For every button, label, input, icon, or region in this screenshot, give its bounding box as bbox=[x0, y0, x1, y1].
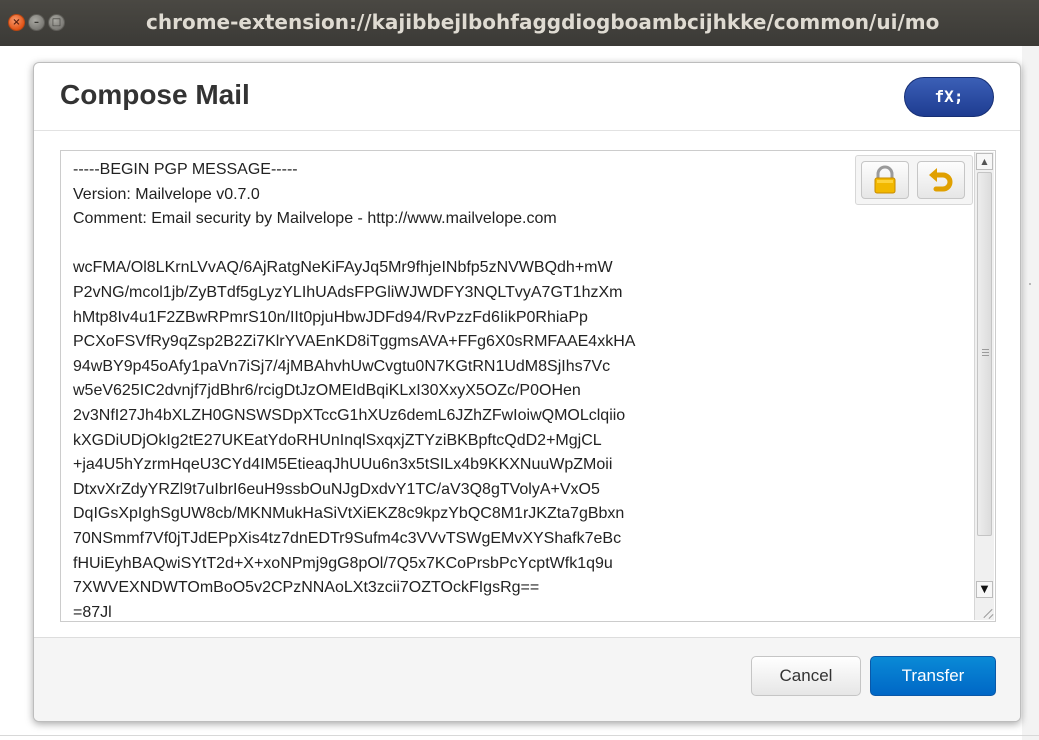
editor-toolbar bbox=[855, 155, 973, 205]
message-textarea[interactable]: -----BEGIN PGP MESSAGE----- Version: Mai… bbox=[73, 158, 953, 620]
background-edge bbox=[1022, 46, 1039, 740]
lock-icon bbox=[874, 165, 896, 194]
scrollbar-thumb[interactable] bbox=[977, 172, 992, 536]
encrypt-button[interactable] bbox=[861, 161, 909, 199]
cancel-button[interactable]: Cancel bbox=[751, 656, 861, 696]
window-titlebar: × – □ chrome-extension://kajibbejlbohfag… bbox=[0, 0, 1039, 46]
dialog-title: Compose Mail bbox=[60, 79, 250, 110]
background-divider bbox=[0, 735, 1039, 736]
editor-scrollbar[interactable]: ▲ ▼ bbox=[974, 152, 994, 620]
message-editor[interactable]: -----BEGIN PGP MESSAGE----- Version: Mai… bbox=[60, 150, 996, 622]
fx-badge: fX; bbox=[904, 77, 994, 117]
undo-icon bbox=[929, 168, 953, 192]
scroll-up-icon[interactable]: ▲ bbox=[976, 153, 993, 170]
background-dot bbox=[1029, 283, 1031, 285]
compose-mail-dialog: Compose Mail fX; -----BEGIN PGP MESSAGE-… bbox=[33, 62, 1021, 722]
grip-icon bbox=[982, 349, 989, 356]
resize-grip-icon[interactable] bbox=[977, 603, 994, 620]
scroll-down-icon[interactable]: ▼ bbox=[976, 581, 993, 598]
window-minimize-button[interactable]: – bbox=[28, 14, 45, 31]
dialog-body: -----BEGIN PGP MESSAGE----- Version: Mai… bbox=[34, 131, 1020, 639]
window-close-button[interactable]: × bbox=[8, 14, 25, 31]
undo-button[interactable] bbox=[917, 161, 965, 199]
transfer-button[interactable]: Transfer bbox=[870, 656, 996, 696]
dialog-header: Compose Mail fX; bbox=[34, 63, 1020, 131]
window-maximize-button[interactable]: □ bbox=[48, 14, 65, 31]
window-title: chrome-extension://kajibbejlbohfaggdiogb… bbox=[146, 10, 940, 34]
dialog-footer: Cancel Transfer bbox=[34, 637, 1020, 721]
